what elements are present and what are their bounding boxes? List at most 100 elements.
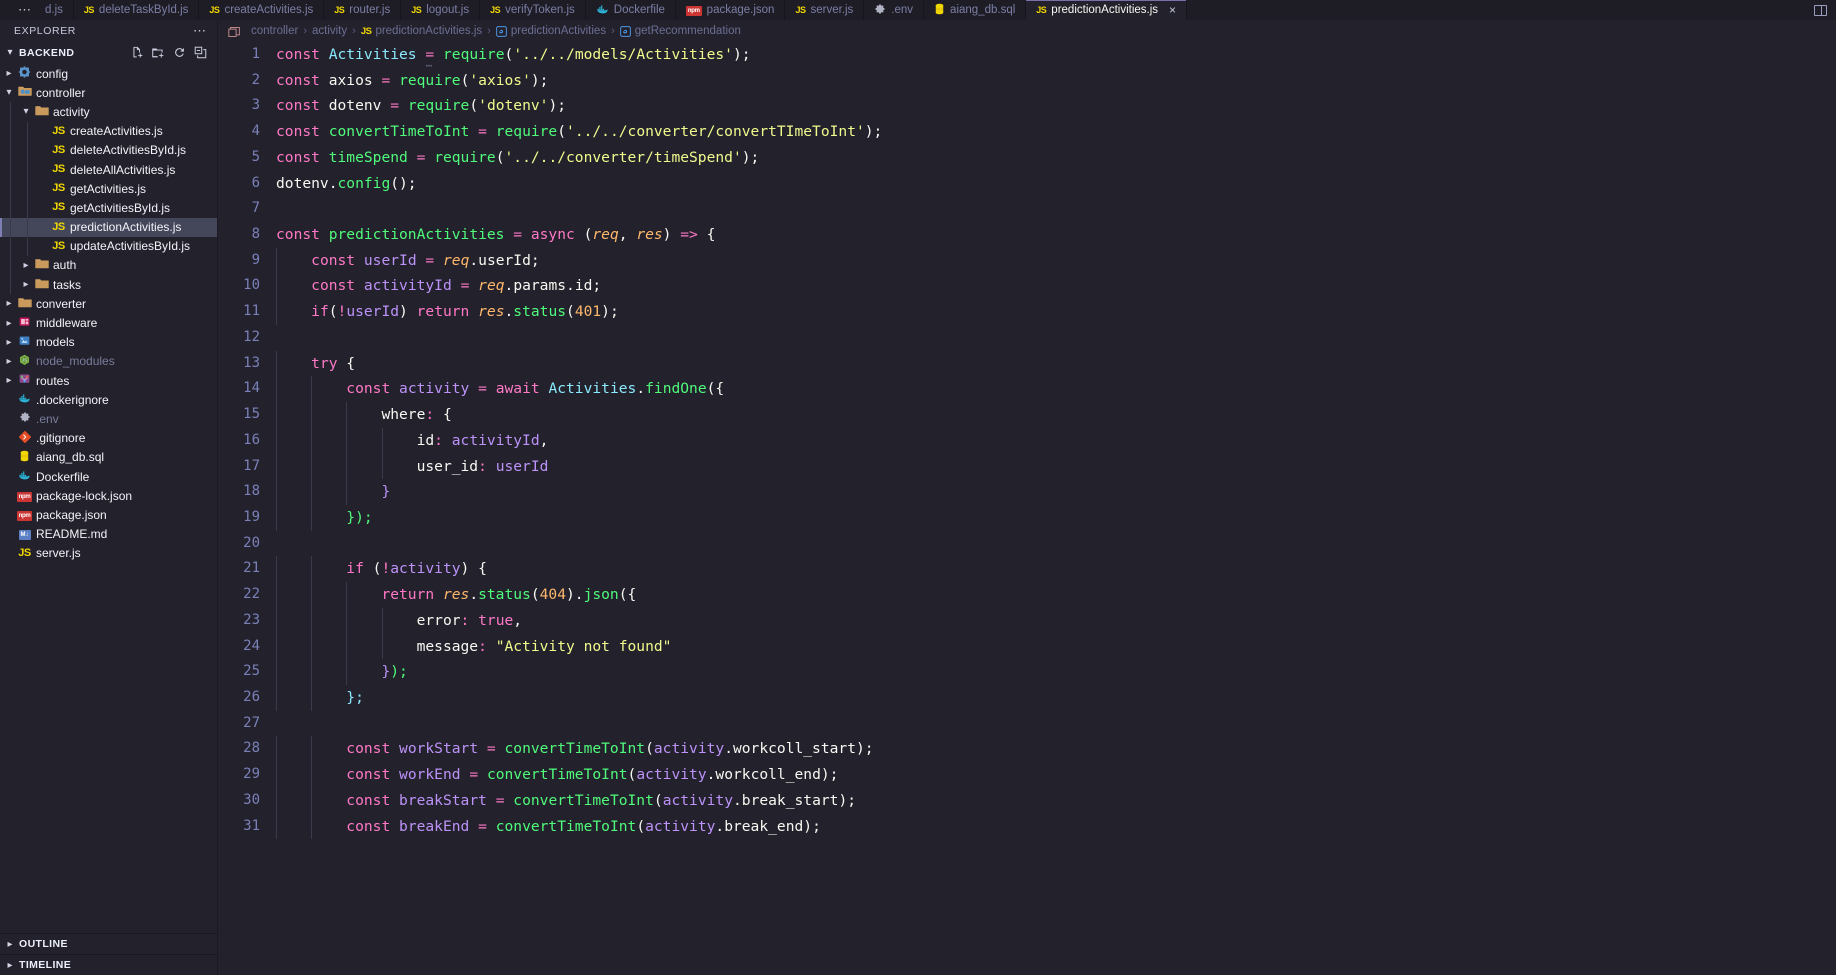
code-line[interactable]: 29 const workEnd = convertTimeToInt(acti…	[218, 762, 1836, 788]
code-line[interactable]: 17 user_id: userId	[218, 453, 1836, 480]
breadcrumb-item[interactable]: predictionActivities	[496, 25, 606, 37]
breadcrumb-item[interactable]: getRecommendation	[620, 25, 741, 37]
tree-folder-routes[interactable]: ▸ routes	[0, 371, 217, 390]
chevron-right-icon[interactable]: ▸	[19, 279, 33, 290]
code-line[interactable]: 27	[218, 711, 1836, 737]
editor-tab[interactable]: JS createActivities.js	[199, 0, 325, 20]
code-line[interactable]: 1 const Activities = require('../../model…	[218, 42, 1836, 71]
editor-layout-icon[interactable]	[228, 26, 241, 37]
tree-file--env[interactable]: .env	[0, 409, 217, 428]
tree-file-getactivitiesbyid-js[interactable]: JS getActivitiesById.js	[0, 198, 217, 218]
code-line[interactable]: 25 });	[218, 659, 1836, 685]
editor-tab[interactable]: JS logout.js	[401, 0, 481, 20]
sidebar-section-outline[interactable]: ▸ OUTLINE	[0, 933, 217, 954]
editor-tab[interactable]: npm package.json	[675, 0, 786, 20]
editor-tab[interactable]: JS predictionActivities.js ×	[1026, 0, 1188, 20]
code-editor[interactable]: 1 const Activities = require('../../model…	[218, 42, 1836, 975]
tree-folder-activity[interactable]: ▾ activity	[0, 102, 217, 122]
code-line[interactable]: 21 if (!activity) {	[218, 556, 1836, 583]
tree-file--dockerignore[interactable]: .dockerignore	[0, 390, 217, 409]
code-line[interactable]: 16 id: activityId,	[218, 427, 1836, 454]
code-line[interactable]: 9 const userId = req.userId;	[218, 247, 1836, 274]
code-line[interactable]: 6 dotenv.config();	[218, 171, 1836, 197]
close-tab-icon[interactable]: ×	[1169, 4, 1176, 16]
tree-file-dockerfile[interactable]: Dockerfile	[0, 467, 217, 486]
editor-tab[interactable]: ⋯JSd.js	[0, 0, 74, 20]
chevron-right-icon[interactable]: ▸	[2, 356, 16, 367]
code-line[interactable]: 23 error: true,	[218, 607, 1836, 634]
tree-file-server-js[interactable]: JS server.js	[0, 544, 217, 563]
code-line[interactable]: 13 try {	[218, 350, 1836, 377]
new-folder-icon[interactable]	[152, 46, 165, 59]
code-line[interactable]: 4 const convertTimeToInt = require('../..…	[218, 119, 1836, 145]
tree-folder-auth[interactable]: ▸ auth	[0, 255, 217, 276]
chevron-right-icon[interactable]: ▸	[19, 260, 33, 271]
code-line[interactable]: 26 };	[218, 684, 1836, 711]
breadcrumb-item[interactable]: activity	[312, 25, 347, 37]
tree-file-deleteactivitiesbyid-js[interactable]: JS deleteActivitiesById.js	[0, 140, 217, 160]
code-line[interactable]: 22 return res.status(404).json({	[218, 582, 1836, 608]
chevron-right-icon[interactable]: ▸	[4, 939, 16, 950]
chevron-right-icon[interactable]: ▸	[4, 960, 16, 971]
code-line[interactable]: 5 const timeSpend = require('../../conver…	[218, 145, 1836, 171]
editor-tab[interactable]: JS router.js	[324, 0, 402, 20]
chevron-down-icon[interactable]: ▾	[19, 106, 33, 117]
code-line[interactable]: 30 const breakStart = convertTimeToInt(a…	[218, 787, 1836, 814]
code-line[interactable]: 2 const axios = require('axios');	[218, 68, 1836, 94]
code-line[interactable]: 10 const activityId = req.params.id;	[218, 273, 1836, 300]
explorer-root-header[interactable]: ▾ BACKEND	[0, 42, 217, 63]
code-line[interactable]: 18 }	[218, 479, 1836, 505]
chevron-down-icon[interactable]: ▾	[4, 47, 16, 58]
code-line[interactable]: 15 where: {	[218, 402, 1836, 428]
code-line[interactable]: 12	[218, 325, 1836, 351]
code-line[interactable]: 11 if(!userId) return res.status(401);	[218, 299, 1836, 325]
tree-file-predictionactivities-js[interactable]: JS predictionActivities.js	[0, 217, 217, 237]
new-file-icon[interactable]	[131, 46, 144, 59]
tree-file-deleteallactivities-js[interactable]: JS deleteAllActivities.js	[0, 159, 217, 180]
code-line[interactable]: 31 const breakEnd = convertTimeToInt(act…	[218, 813, 1836, 840]
file-tree[interactable]: ▸ config ▾ controller ▾ activity JS createActiv…	[0, 63, 217, 933]
code-line[interactable]: 24 message: "Activity not found"	[218, 633, 1836, 660]
refresh-icon[interactable]	[173, 46, 186, 59]
tree-file--gitignore[interactable]: .gitignore	[0, 429, 217, 448]
tree-file-getactivities-js[interactable]: JS getActivities.js	[0, 179, 217, 199]
tree-folder-controller[interactable]: ▾ controller	[0, 83, 217, 102]
editor-tab[interactable]: aiang_db.sql	[924, 0, 1027, 20]
tree-file-createactivities-js[interactable]: JS createActivities.js	[0, 121, 217, 141]
code-line[interactable]: 14 const activity = await Activities.fin…	[218, 376, 1836, 403]
code-line[interactable]: 3 const dotenv = require('dotenv');	[218, 93, 1836, 119]
editor-tab[interactable]: JS server.js	[785, 0, 865, 20]
breadcrumb-item[interactable]: JS predictionActivities.js	[361, 25, 482, 37]
tree-file-updateactivitiesbyid-js[interactable]: JS updateActivitiesById.js	[0, 236, 217, 256]
tree-file-package-lock-json[interactable]: npm package-lock.json	[0, 486, 217, 505]
editor-tab[interactable]: JS verifyToken.js	[480, 0, 586, 20]
chevron-right-icon[interactable]: ▸	[2, 318, 16, 329]
chevron-right-icon[interactable]: ▸	[2, 68, 16, 79]
editor-tab[interactable]: Dockerfile	[585, 0, 676, 20]
tree-file-package-json[interactable]: npm package.json	[0, 505, 217, 524]
tree-file-readme-md[interactable]: M↓ README.md	[0, 525, 217, 544]
chevron-right-icon[interactable]: ▸	[2, 375, 16, 386]
tree-file-aiang-db-sql[interactable]: aiang_db.sql	[0, 448, 217, 467]
split-editor-icon[interactable]	[1814, 4, 1827, 16]
code-line[interactable]: 19 });	[218, 504, 1836, 531]
code-line[interactable]: 20	[218, 531, 1836, 557]
editor-tab[interactable]: .env	[864, 0, 925, 20]
explorer-more-icon[interactable]: ⋯	[193, 24, 207, 37]
breadcrumb-item[interactable]: controller	[251, 25, 298, 37]
chevron-right-icon[interactable]: ▸	[2, 298, 16, 309]
code-line[interactable]: 7	[218, 196, 1836, 222]
tree-folder-tasks[interactable]: ▸ tasks	[0, 275, 217, 295]
tree-folder-converter[interactable]: ▸ converter	[0, 294, 217, 313]
code-content[interactable]: 1 const Activities = require('../../model…	[218, 42, 1836, 840]
code-line[interactable]: 28 const workStart = convertTimeToInt(ac…	[218, 736, 1836, 763]
chevron-down-icon[interactable]: ▾	[2, 87, 16, 98]
editor-tab[interactable]: JS deleteTaskById.js	[73, 0, 200, 20]
code-line[interactable]: 8 const predictionActivities = async (req…	[218, 222, 1836, 248]
tree-folder-config[interactable]: ▸ config	[0, 64, 217, 83]
tree-folder-middleware[interactable]: ▸ middleware	[0, 313, 217, 332]
tree-folder-models[interactable]: ▸ models	[0, 333, 217, 352]
sidebar-section-timeline[interactable]: ▸ TIMELINE	[0, 954, 217, 975]
tab-overflow-icon[interactable]: ⋯	[18, 3, 32, 16]
chevron-right-icon[interactable]: ▸	[2, 337, 16, 348]
